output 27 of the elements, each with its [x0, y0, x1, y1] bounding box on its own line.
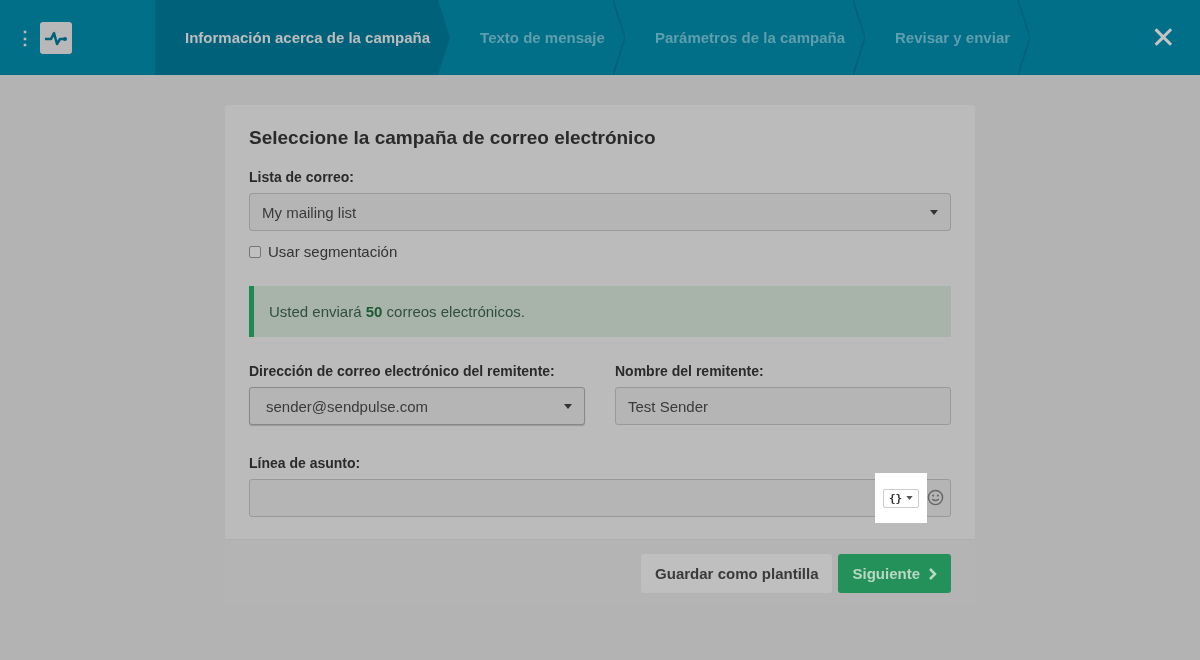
menu-dots[interactable]: ⋮: [16, 26, 34, 49]
info-notice: Usted enviará 50 correos electrónicos.: [249, 286, 951, 337]
field-label: Línea de asunto:: [249, 455, 362, 471]
close-button[interactable]: ✕: [1146, 20, 1180, 55]
variables-button[interactable]: {}: [882, 488, 920, 508]
checkbox[interactable]: [249, 245, 261, 258]
field-label: Lista de correo:: [249, 169, 356, 185]
caret-icon: [906, 496, 914, 500]
card-title: Seleccione la campaña de correo electrónico: [249, 127, 657, 149]
checkbox-label: Usar segmentación: [268, 243, 398, 260]
wizard-step-tab[interactable]: Revisar y enviar: [865, 0, 1031, 75]
field-label: Dirección de correo electrónico del remitente:: [249, 363, 556, 379]
caret-icon: [564, 403, 572, 409]
wizard-step-tab[interactable]: Parámetros de la campaña: [624, 0, 865, 75]
chevron-right-icon: [928, 567, 937, 580]
sender-name-field[interactable]: Test Sender: [615, 387, 951, 425]
sender-email-select[interactable]: sender@sendpulse.com: [249, 387, 585, 425]
pulse-logo-icon[interactable]: [40, 21, 72, 54]
caret-icon: [930, 209, 938, 215]
next-button[interactable]: Siguiente: [838, 554, 951, 593]
wizard-step-tab[interactable]: Texto de mensaje: [450, 0, 625, 75]
field-label: Nombre del remitente:: [615, 363, 765, 379]
save-template-button[interactable]: Guardar como plantilla: [641, 554, 833, 593]
emoji-icon[interactable]: [927, 489, 944, 506]
subject-field[interactable]: [249, 479, 951, 517]
wizard-step-tab[interactable]: Información acerca de la campaña: [155, 0, 451, 75]
mailing-list-select[interactable]: My mailing list: [249, 193, 951, 231]
